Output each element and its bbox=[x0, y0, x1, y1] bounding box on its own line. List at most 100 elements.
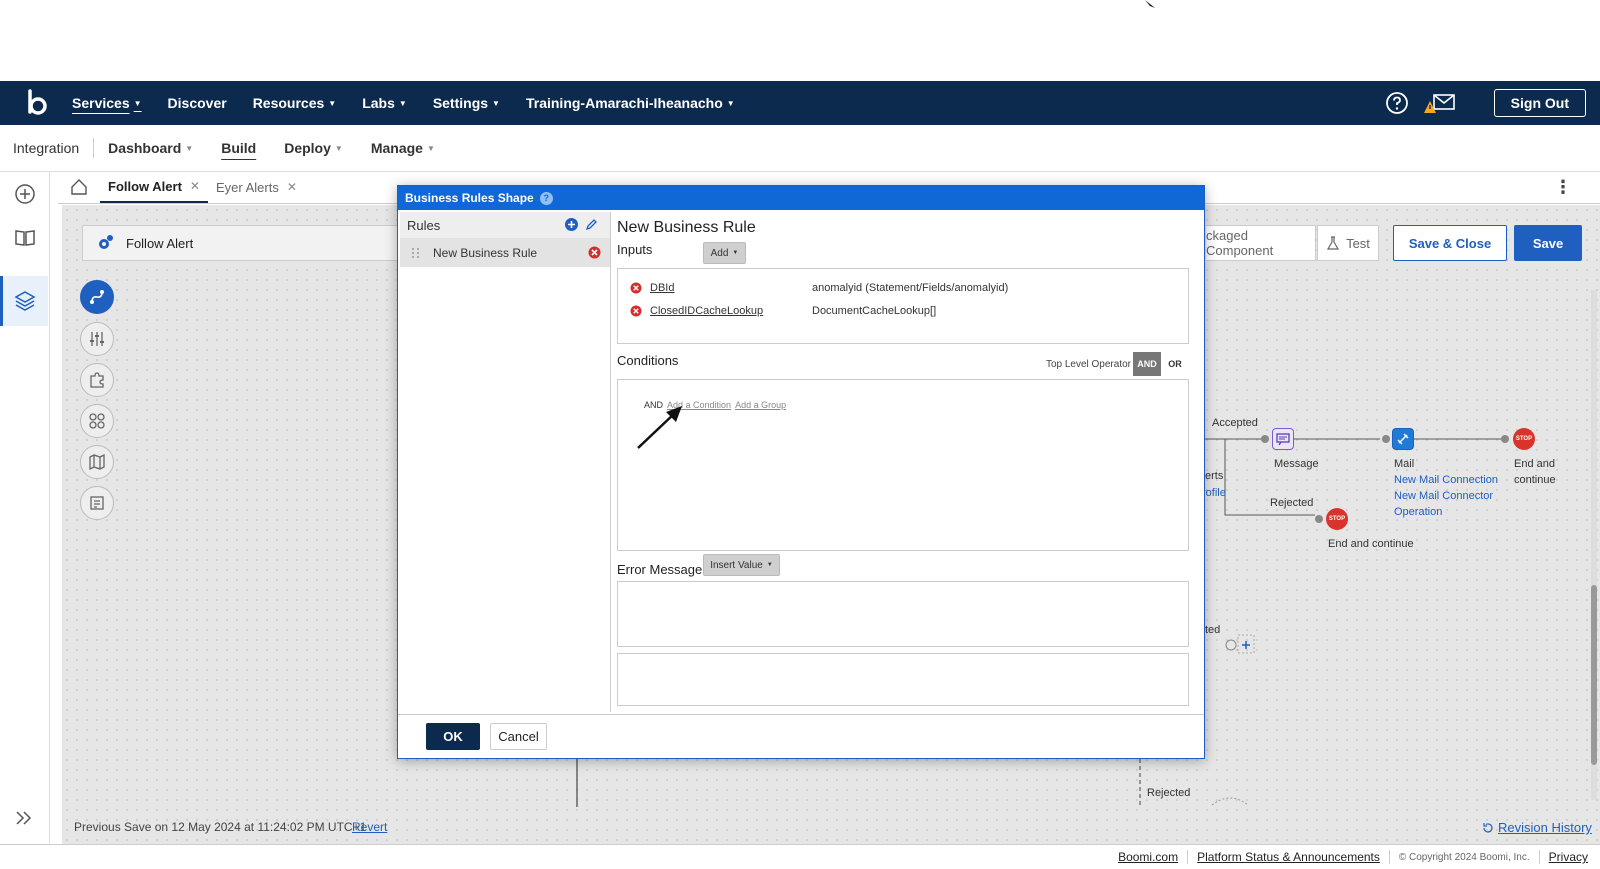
revert-link[interactable]: Revert bbox=[352, 820, 387, 834]
process-name: Follow Alert bbox=[126, 235, 194, 251]
chevron-down-icon: ▼ bbox=[426, 143, 435, 153]
nav-settings-label: Settings bbox=[432, 95, 489, 111]
home-tab[interactable] bbox=[58, 171, 100, 203]
sign-out-button[interactable]: Sign Out bbox=[1493, 89, 1586, 117]
rules-header-label: Rules bbox=[407, 217, 441, 233]
subnav-build-label: Build bbox=[221, 140, 257, 156]
chevron-down-icon: ▼ bbox=[766, 562, 773, 568]
mail-operation-link-line1[interactable]: New Mail Connector bbox=[1394, 490, 1493, 502]
test-button[interactable]: Test bbox=[1317, 225, 1379, 261]
remove-input-icon[interactable] bbox=[630, 305, 642, 317]
canvas-scrollbar-thumb[interactable] bbox=[1591, 585, 1597, 765]
app-root: Services ▼ Discover Resources ▼ Labs ▼ Sett… bbox=[0, 0, 1600, 869]
remove-input-icon[interactable] bbox=[630, 282, 642, 294]
edit-icon[interactable] bbox=[584, 217, 599, 232]
input-row: ClosedIDCacheLookup bbox=[630, 305, 763, 317]
help-icon[interactable] bbox=[1384, 90, 1410, 116]
stop-shape-rejected[interactable]: STOP bbox=[1326, 508, 1348, 530]
input-name-link[interactable]: DBId bbox=[650, 282, 674, 294]
connect-tool-button[interactable] bbox=[80, 280, 114, 314]
more-options-icon[interactable]: ⋮ bbox=[1554, 177, 1572, 198]
drag-handle-icon[interactable] bbox=[410, 247, 422, 259]
nav-resources[interactable]: Resources ▼ bbox=[253, 95, 337, 111]
tab-follow-alert[interactable]: Follow Alert ✕ bbox=[100, 171, 208, 203]
subnav-deploy[interactable]: Deploy ▼ bbox=[284, 140, 343, 156]
flask-icon bbox=[1327, 236, 1340, 250]
chevron-down-icon: ▼ bbox=[398, 98, 407, 108]
input-name-link[interactable]: ClosedIDCacheLookup bbox=[650, 305, 763, 317]
notes-tool-button[interactable] bbox=[80, 486, 114, 520]
boomi-link[interactable]: Boomi.com bbox=[1118, 850, 1178, 864]
sliders-icon bbox=[90, 332, 104, 346]
subnav-dashboard[interactable]: Dashboard ▼ bbox=[108, 140, 193, 156]
nav-account[interactable]: Training-Amarachi-Iheanacho ▼ bbox=[526, 95, 735, 111]
business-rules-dialog: Business Rules Shape ? Rules New Busines… bbox=[397, 185, 1205, 759]
components-tool-button[interactable] bbox=[80, 404, 114, 438]
expand-rail-icon[interactable] bbox=[14, 808, 34, 828]
book-icon[interactable] bbox=[13, 226, 37, 250]
notifications-warning-icon[interactable] bbox=[1423, 90, 1456, 116]
conditions-box: AND Add a Condition Add a Group bbox=[617, 379, 1189, 551]
add-group-link[interactable]: Add a Group bbox=[735, 400, 786, 410]
operator-and-button[interactable]: AND bbox=[1133, 352, 1161, 376]
message-shape[interactable] bbox=[1272, 428, 1294, 450]
delete-rule-icon[interactable] bbox=[588, 246, 601, 259]
operator-or-button[interactable]: OR bbox=[1161, 352, 1189, 376]
save-and-close-button[interactable]: Save & Close bbox=[1393, 225, 1507, 261]
partial-link-rofile[interactable]: rofile bbox=[1202, 487, 1226, 499]
nav-discover-label: Discover bbox=[167, 95, 227, 111]
revision-history-link[interactable]: Revision History bbox=[1482, 820, 1592, 835]
error-message-preview[interactable] bbox=[617, 653, 1189, 706]
add-shape-connector[interactable] bbox=[1205, 634, 1255, 654]
nav-settings[interactable]: Settings ▼ bbox=[433, 95, 500, 111]
mail-connection-link[interactable]: New Mail Connection bbox=[1394, 474, 1498, 486]
nav-account-label: Training-Amarachi-Iheanacho bbox=[525, 95, 723, 111]
subnav-deploy-label: Deploy bbox=[284, 140, 331, 156]
puzzle-icon bbox=[90, 372, 104, 388]
layers-icon[interactable] bbox=[13, 289, 37, 313]
top-level-operator-toggle: AND OR bbox=[1133, 352, 1189, 376]
mail-operation-link-line2[interactable]: Operation bbox=[1394, 506, 1442, 518]
nav-labs-label: Labs bbox=[362, 95, 395, 111]
process-name-bar: Follow Alert bbox=[82, 225, 402, 261]
rules-pane: Rules New Business Rule bbox=[400, 212, 611, 712]
subnav-manage[interactable]: Manage ▼ bbox=[371, 140, 435, 156]
mail-connector-shape[interactable] bbox=[1392, 428, 1414, 450]
extensions-tool-button[interactable] bbox=[80, 363, 114, 397]
nav-discover[interactable]: Discover bbox=[168, 95, 227, 111]
create-packaged-component-button[interactable]: ckaged Component bbox=[1206, 225, 1316, 261]
chevron-down-icon: ▼ bbox=[732, 250, 739, 256]
close-icon[interactable]: ✕ bbox=[287, 180, 297, 194]
cancel-button[interactable]: Cancel bbox=[490, 723, 547, 750]
rule-item[interactable]: New Business Rule bbox=[400, 238, 610, 267]
close-icon[interactable]: ✕ bbox=[190, 179, 200, 193]
connector-line-right bbox=[1139, 759, 1141, 807]
add-rule-icon[interactable] bbox=[564, 217, 579, 232]
add-circle-icon[interactable] bbox=[13, 182, 37, 206]
nav-services[interactable]: Services ▼ bbox=[72, 95, 142, 111]
chevron-down-icon: ▼ bbox=[185, 143, 194, 153]
boomi-logo-icon[interactable] bbox=[22, 88, 52, 118]
add-input-button[interactable]: Add ▼ bbox=[703, 242, 746, 264]
chevron-down-icon: ▼ bbox=[328, 98, 337, 108]
end-continue-label-line1: End and bbox=[1514, 458, 1555, 470]
privacy-link[interactable]: Privacy bbox=[1549, 850, 1588, 864]
ok-button[interactable]: OK bbox=[426, 723, 480, 750]
input-value: DocumentCacheLookup[] bbox=[812, 305, 937, 317]
error-message-textarea[interactable] bbox=[617, 581, 1189, 647]
tab-eyer-alerts[interactable]: Eyer Alerts ✕ bbox=[208, 171, 305, 203]
map-tool-button[interactable] bbox=[80, 445, 114, 479]
help-icon[interactable]: ? bbox=[539, 191, 553, 205]
settings-tool-button[interactable] bbox=[80, 322, 114, 356]
platform-status-link[interactable]: Platform Status & Announcements bbox=[1197, 850, 1380, 864]
map-icon bbox=[89, 453, 105, 471]
stop-shape[interactable]: STOP bbox=[1513, 428, 1535, 450]
insert-value-label: Insert Value bbox=[710, 559, 763, 571]
insert-value-button[interactable]: Insert Value ▼ bbox=[703, 554, 780, 576]
rule-editor: New Business Rule Inputs Add ▼ DBId anoma… bbox=[617, 212, 1201, 712]
nav-labs[interactable]: Labs ▼ bbox=[362, 95, 407, 111]
process-diagram-connectors bbox=[1205, 435, 1509, 523]
partial-label-erts: erts bbox=[1205, 470, 1224, 482]
subnav-build[interactable]: Build bbox=[221, 140, 256, 156]
save-button[interactable]: Save bbox=[1514, 225, 1582, 261]
